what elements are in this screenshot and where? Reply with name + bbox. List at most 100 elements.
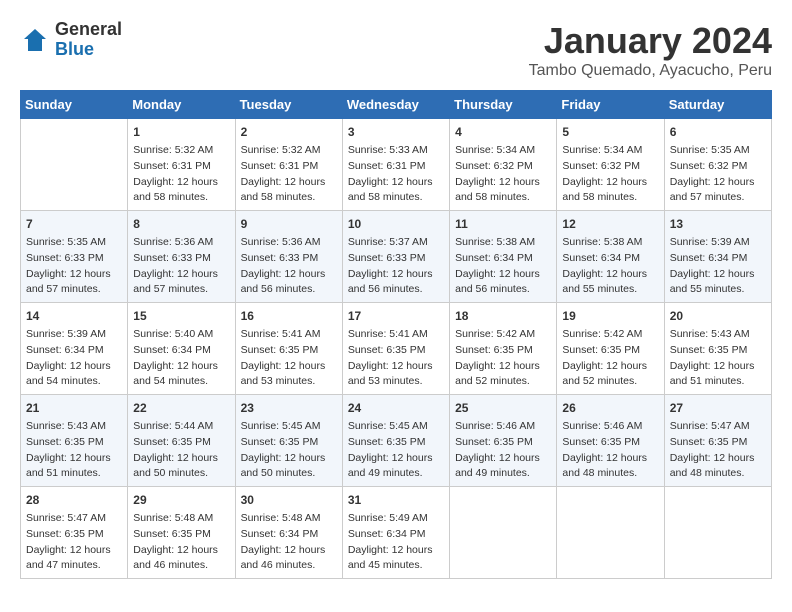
- sunset: Sunset: 6:34 PM: [562, 252, 640, 264]
- day-number: 25: [455, 399, 551, 417]
- calendar-cell: 10Sunrise: 5:37 AMSunset: 6:33 PMDayligh…: [342, 211, 449, 303]
- month-title: January 2024: [529, 20, 772, 62]
- daylight: Daylight: 12 hours and 51 minutes.: [26, 452, 111, 480]
- calendar-cell: 11Sunrise: 5:38 AMSunset: 6:34 PMDayligh…: [450, 211, 557, 303]
- sunset: Sunset: 6:31 PM: [241, 160, 319, 172]
- daylight: Daylight: 12 hours and 50 minutes.: [133, 452, 218, 480]
- sunrise: Sunrise: 5:37 AM: [348, 236, 428, 248]
- daylight: Daylight: 12 hours and 54 minutes.: [133, 360, 218, 388]
- calendar-cell: 20Sunrise: 5:43 AMSunset: 6:35 PMDayligh…: [664, 303, 771, 395]
- sunset: Sunset: 6:35 PM: [133, 436, 211, 448]
- calendar-cell: 30 Sunrise: 5:48 AM Sunset: 6:34 PM Dayligh…: [235, 487, 342, 579]
- calendar-cell: 18Sunrise: 5:42 AMSunset: 6:35 PMDayligh…: [450, 303, 557, 395]
- header-day-wednesday: Wednesday: [342, 91, 449, 119]
- daylight: Daylight: 12 hours and 47 minutes.: [26, 544, 111, 572]
- sunset: Sunset: 6:34 PM: [26, 344, 104, 356]
- sunrise: Sunrise: 5:39 AM: [26, 328, 106, 340]
- sunset: Sunset: 6:34 PM: [670, 252, 748, 264]
- day-number: 6: [670, 123, 766, 141]
- calendar-cell: 8Sunrise: 5:36 AMSunset: 6:33 PMDaylight…: [128, 211, 235, 303]
- day-number: 20: [670, 307, 766, 325]
- calendar-header: SundayMondayTuesdayWednesdayThursdayFrid…: [21, 91, 772, 119]
- daylight: Daylight: 12 hours and 46 minutes.: [241, 544, 326, 572]
- calendar-cell: [21, 119, 128, 211]
- sunrise: Sunrise: 5:38 AM: [562, 236, 642, 248]
- logo-blue: Blue: [55, 40, 122, 60]
- week-row-1: 1Sunrise: 5:32 AMSunset: 6:31 PMDaylight…: [21, 119, 772, 211]
- calendar-cell: 15Sunrise: 5:40 AMSunset: 6:34 PMDayligh…: [128, 303, 235, 395]
- sunset: Sunset: 6:33 PM: [241, 252, 319, 264]
- week-row-3: 14Sunrise: 5:39 AMSunset: 6:34 PMDayligh…: [21, 303, 772, 395]
- sunrise: Sunrise: 5:40 AM: [133, 328, 213, 340]
- sunset: Sunset: 6:34 PM: [348, 528, 426, 540]
- sunset: Sunset: 6:34 PM: [133, 344, 211, 356]
- day-number: 8: [133, 215, 229, 233]
- calendar-cell: [664, 487, 771, 579]
- calendar-cell: 22Sunrise: 5:44 AMSunset: 6:35 PMDayligh…: [128, 395, 235, 487]
- sunset: Sunset: 6:35 PM: [455, 436, 533, 448]
- day-number: 24: [348, 399, 444, 417]
- sunset: Sunset: 6:33 PM: [133, 252, 211, 264]
- sunrise: Sunrise: 5:35 AM: [26, 236, 106, 248]
- daylight: Daylight: 12 hours and 56 minutes.: [348, 268, 433, 296]
- sunrise: Sunrise: 5:47 AM: [26, 512, 106, 524]
- sunrise: Sunrise: 5:35 AM: [670, 144, 750, 156]
- daylight: Daylight: 12 hours and 54 minutes.: [26, 360, 111, 388]
- calendar-cell: 5Sunrise: 5:34 AMSunset: 6:32 PMDaylight…: [557, 119, 664, 211]
- calendar-cell: 27 Sunrise: 5:47 AM Sunset: 6:35 PM Dayligh…: [664, 395, 771, 487]
- calendar-body: 1Sunrise: 5:32 AMSunset: 6:31 PMDaylight…: [21, 119, 772, 579]
- week-row-2: 7Sunrise: 5:35 AMSunset: 6:33 PMDaylight…: [21, 211, 772, 303]
- day-number: 31: [348, 491, 444, 509]
- logo: General Blue: [20, 20, 122, 60]
- calendar-cell: 25Sunrise: 5:46 AMSunset: 6:35 PMDayligh…: [450, 395, 557, 487]
- sunrise: Sunrise: 5:45 AM: [241, 420, 321, 432]
- calendar-cell: 16Sunrise: 5:41 AMSunset: 6:35 PMDayligh…: [235, 303, 342, 395]
- day-number: 29: [133, 491, 229, 509]
- sunset: Sunset: 6:35 PM: [670, 344, 748, 356]
- calendar-cell: 21Sunrise: 5:43 AMSunset: 6:35 PMDayligh…: [21, 395, 128, 487]
- day-number: 19: [562, 307, 658, 325]
- calendar-cell: 29Sunrise: 5:48 AMSunset: 6:35 PMDayligh…: [128, 487, 235, 579]
- sunrise: Sunrise: 5:39 AM: [670, 236, 750, 248]
- sunset: Sunset: 6:35 PM: [562, 436, 640, 448]
- sunset: Sunset: 6:31 PM: [133, 160, 211, 172]
- day-number: 28: [26, 491, 122, 509]
- day-number: 21: [26, 399, 122, 417]
- sunrise: Sunrise: 5:41 AM: [241, 328, 321, 340]
- daylight: Daylight: 12 hours and 58 minutes.: [133, 176, 218, 204]
- daylight: Daylight: 12 hours and 58 minutes.: [348, 176, 433, 204]
- daylight: Daylight: 12 hours and 48 minutes.: [670, 452, 755, 480]
- calendar-cell: 4Sunrise: 5:34 AMSunset: 6:32 PMDaylight…: [450, 119, 557, 211]
- day-number: 30: [241, 491, 337, 509]
- day-number: 27: [670, 399, 766, 417]
- daylight: Daylight: 12 hours and 58 minutes.: [241, 176, 326, 204]
- header-day-thursday: Thursday: [450, 91, 557, 119]
- sunrise: Sunrise: 5:43 AM: [670, 328, 750, 340]
- calendar-cell: 7Sunrise: 5:35 AMSunset: 6:33 PMDaylight…: [21, 211, 128, 303]
- sunrise: Sunrise: 5:33 AM: [348, 144, 428, 156]
- sunset: Sunset: 6:34 PM: [241, 528, 319, 540]
- sunrise: Sunrise: 5:34 AM: [562, 144, 642, 156]
- location: Tambo Quemado, Ayacucho, Peru: [529, 62, 772, 80]
- day-number: 18: [455, 307, 551, 325]
- calendar-cell: 2Sunrise: 5:32 AMSunset: 6:31 PMDaylight…: [235, 119, 342, 211]
- sunrise: Sunrise: 5:38 AM: [455, 236, 535, 248]
- daylight: Daylight: 12 hours and 58 minutes.: [562, 176, 647, 204]
- sunset: Sunset: 6:35 PM: [670, 436, 748, 448]
- header-row: SundayMondayTuesdayWednesdayThursdayFrid…: [21, 91, 772, 119]
- calendar-cell: 13Sunrise: 5:39 AMSunset: 6:34 PMDayligh…: [664, 211, 771, 303]
- calendar-cell: [557, 487, 664, 579]
- sunset: Sunset: 6:31 PM: [348, 160, 426, 172]
- calendar-cell: 26Sunrise: 5:46 AMSunset: 6:35 PMDayligh…: [557, 395, 664, 487]
- daylight: Daylight: 12 hours and 53 minutes.: [348, 360, 433, 388]
- daylight: Daylight: 12 hours and 57 minutes.: [133, 268, 218, 296]
- day-number: 10: [348, 215, 444, 233]
- day-number: 9: [241, 215, 337, 233]
- sunrise: Sunrise: 5:47 AM: [670, 420, 750, 432]
- sunset: Sunset: 6:32 PM: [562, 160, 640, 172]
- day-number: 3: [348, 123, 444, 141]
- daylight: Daylight: 12 hours and 56 minutes.: [455, 268, 540, 296]
- header-day-friday: Friday: [557, 91, 664, 119]
- daylight: Daylight: 12 hours and 57 minutes.: [670, 176, 755, 204]
- sunrise: Sunrise: 5:48 AM: [241, 512, 321, 524]
